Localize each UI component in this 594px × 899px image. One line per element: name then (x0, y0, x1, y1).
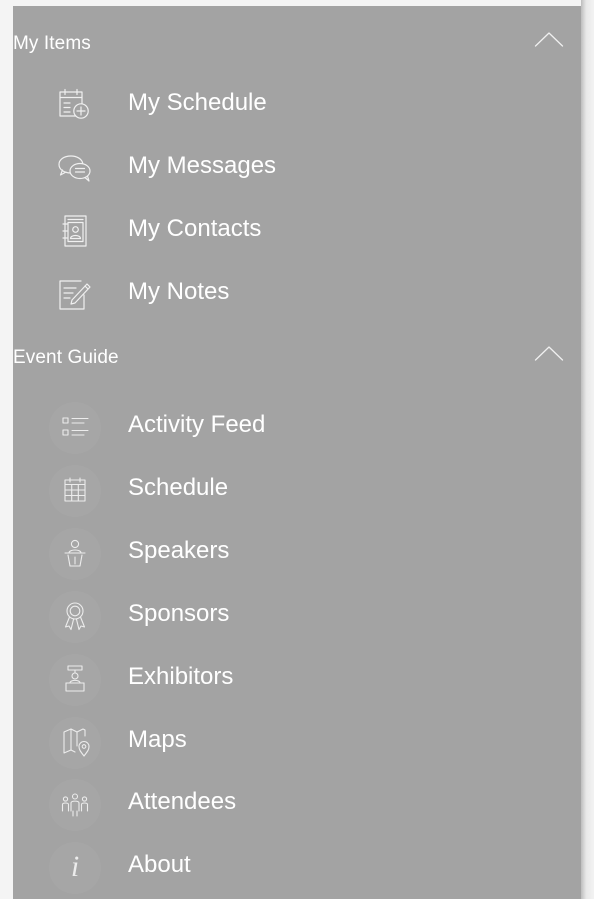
menu-item-speakers[interactable]: Speakers (13, 522, 581, 580)
menu-item-exhibitors[interactable]: Exhibitors (13, 648, 581, 706)
menu-item-attendees[interactable]: Attendees (13, 773, 581, 831)
calendar-icon (50, 465, 100, 515)
chevron-up-icon[interactable] (534, 343, 564, 363)
menu-item-label: My Schedule (128, 89, 267, 116)
info-icon: i (50, 842, 100, 892)
exhibitor-booth-icon (50, 654, 100, 704)
menu-item-label: My Notes (128, 278, 230, 305)
menu-item-my-messages[interactable]: My Messages (13, 137, 581, 195)
menu-item-schedule[interactable]: Schedule (13, 459, 581, 517)
menu-item-about[interactable]: i About (13, 836, 581, 894)
menu-item-my-schedule[interactable]: My Schedule (13, 74, 581, 132)
menu-item-label: Sponsors (128, 600, 230, 627)
notes-icon (50, 269, 100, 319)
menu-item-label: Schedule (128, 474, 229, 501)
section-header-my-items[interactable]: My Items (13, 26, 581, 60)
menu-item-sponsors[interactable]: Sponsors (13, 585, 581, 643)
section-header-event-guide[interactable]: Event Guide (13, 340, 581, 374)
attendees-icon (50, 779, 100, 829)
menu-item-my-notes[interactable]: My Notes (13, 263, 581, 321)
menu-item-my-contacts[interactable]: My Contacts (13, 200, 581, 258)
activity-feed-icon (50, 402, 100, 452)
left-strip (0, 0, 13, 899)
content-edge-shadow (581, 0, 594, 899)
navigation-drawer: My Items My Schedule My Messages My Cont… (13, 6, 581, 899)
menu-item-label: My Contacts (128, 215, 262, 242)
award-ribbon-icon (50, 591, 100, 641)
menu-item-label: Exhibitors (128, 663, 234, 690)
menu-item-label: Maps (128, 726, 187, 753)
contacts-icon (50, 206, 100, 256)
speaker-podium-icon (50, 528, 100, 578)
schedule-add-icon (50, 80, 100, 130)
menu-item-label: Attendees (128, 788, 237, 815)
map-pin-icon (50, 717, 100, 767)
menu-item-label: Activity Feed (128, 411, 266, 438)
menu-item-activity-feed[interactable]: Activity Feed (13, 396, 581, 454)
menu-item-label: My Messages (128, 152, 277, 179)
menu-item-label: Speakers (128, 537, 230, 564)
menu-item-label: About (128, 851, 191, 878)
chevron-up-icon[interactable] (534, 29, 564, 49)
section-title-my-items: My Items (13, 33, 91, 54)
menu-item-maps[interactable]: Maps (13, 711, 581, 769)
section-title-event-guide: Event Guide (13, 347, 119, 368)
info-glyph: i (70, 850, 80, 883)
messages-icon (50, 143, 100, 193)
